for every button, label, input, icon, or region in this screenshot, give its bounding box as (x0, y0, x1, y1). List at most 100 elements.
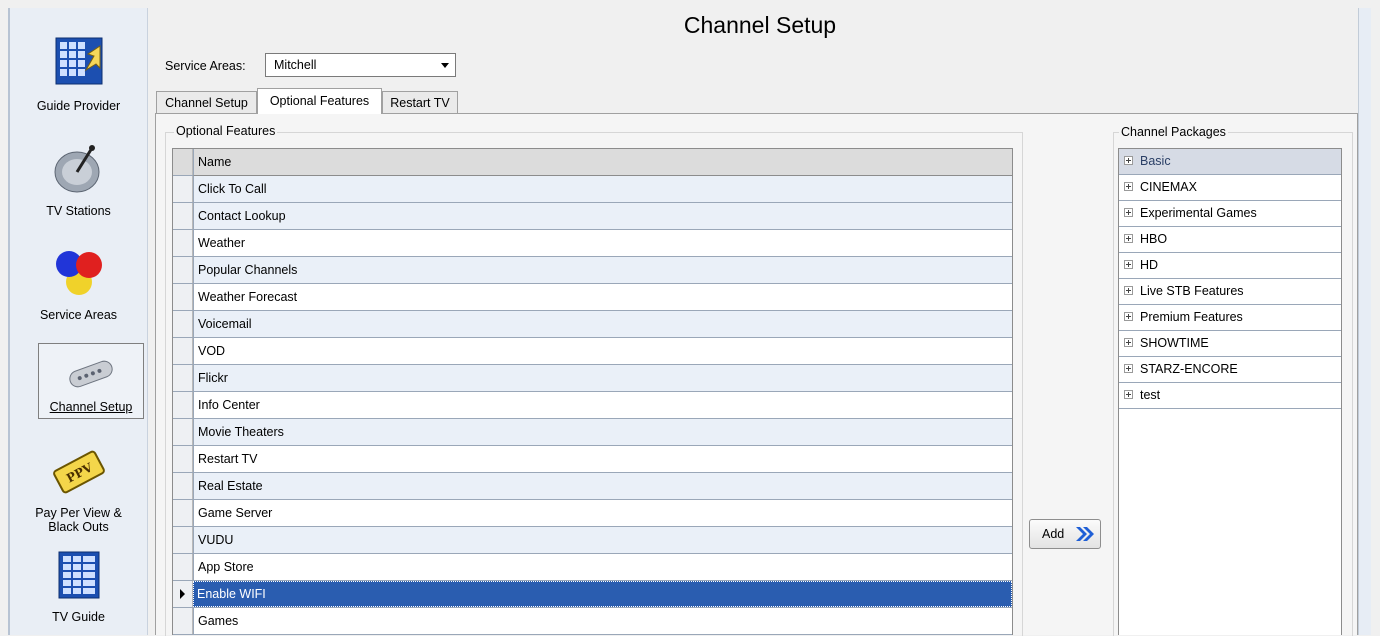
expand-plus-icon[interactable] (1124, 390, 1133, 399)
guide-provider-icon (55, 37, 102, 85)
table-row[interactable]: Game Server (173, 500, 1012, 527)
table-row[interactable]: App Store (173, 554, 1012, 581)
row-selector[interactable] (173, 284, 193, 310)
nav-label: TV Guide (52, 610, 105, 624)
row-selector[interactable] (173, 203, 193, 229)
row-selector[interactable] (173, 365, 193, 391)
row-selector[interactable] (173, 257, 193, 283)
service-areas-dropdown[interactable]: Mitchell (265, 53, 456, 77)
table-row[interactable]: Weather Forecast (173, 284, 1012, 311)
tree-item[interactable]: STARZ-ENCORE (1119, 357, 1341, 383)
add-button[interactable]: Add (1029, 519, 1101, 549)
expand-plus-icon[interactable] (1124, 208, 1133, 217)
table-cell[interactable]: Games (193, 608, 1012, 634)
nav-service-areas[interactable]: Service Areas (10, 244, 147, 322)
window-title: Channel Setup (683, 12, 837, 38)
table-cell[interactable]: VOD (193, 338, 1012, 364)
expand-plus-icon[interactable] (1124, 182, 1133, 191)
tree-item[interactable]: CINEMAX (1119, 175, 1341, 201)
table-cell[interactable]: Click To Call (193, 176, 1012, 202)
table-row[interactable]: Contact Lookup (173, 203, 1012, 230)
tree-item-label: Experimental Games (1140, 206, 1257, 220)
table-cell[interactable]: Popular Channels (193, 257, 1012, 283)
table-row[interactable]: Popular Channels (173, 257, 1012, 284)
tree-item[interactable]: Live STB Features (1119, 279, 1341, 305)
table-cell[interactable]: Restart TV (193, 446, 1012, 472)
expand-plus-icon[interactable] (1124, 286, 1133, 295)
row-selector[interactable] (173, 473, 193, 499)
row-pointer-icon (180, 589, 185, 599)
tree-item[interactable]: Basic (1119, 149, 1341, 175)
row-selector[interactable] (173, 230, 193, 256)
table-row[interactable]: Restart TV (173, 446, 1012, 473)
tab-optional-features[interactable]: Optional Features (257, 88, 382, 114)
row-selector[interactable] (173, 527, 193, 553)
window-edge (1358, 8, 1371, 635)
tree-item[interactable]: HBO (1119, 227, 1341, 253)
table-row[interactable]: Flickr (173, 365, 1012, 392)
table-row[interactable]: Voicemail (173, 311, 1012, 338)
remote-control-icon (69, 360, 113, 388)
tree-item[interactable]: HD (1119, 253, 1341, 279)
optional-features-grid[interactable]: Name Click To Call Contact Lookup Weathe… (172, 148, 1013, 635)
nav-guide-provider[interactable]: Guide Provider (10, 34, 147, 122)
table-row[interactable]: Real Estate (173, 473, 1012, 500)
tree-item[interactable]: SHOWTIME (1119, 331, 1341, 357)
expand-plus-icon[interactable] (1124, 260, 1133, 269)
expand-plus-icon[interactable] (1124, 156, 1133, 165)
table-cell[interactable]: App Store (193, 554, 1012, 580)
tree-item[interactable]: test (1119, 383, 1341, 409)
nav-tv-stations[interactable]: TV Stations (10, 140, 147, 220)
row-selector[interactable] (173, 446, 193, 472)
tree-item-label: HD (1140, 258, 1159, 272)
row-selector[interactable] (173, 608, 193, 634)
table-row[interactable]: VUDU (173, 527, 1012, 554)
table-row-selected[interactable]: Enable WIFI (173, 581, 1012, 608)
table-cell[interactable]: Voicemail (193, 311, 1012, 337)
tree-item[interactable]: Experimental Games (1119, 201, 1341, 227)
table-cell[interactable]: Contact Lookup (193, 203, 1012, 229)
expand-plus-icon[interactable] (1124, 234, 1133, 243)
tree-item[interactable]: Premium Features (1119, 305, 1341, 331)
table-row[interactable]: Movie Theaters (173, 419, 1012, 446)
table-cell[interactable]: VUDU (193, 527, 1012, 553)
nav-label: Service Areas (39, 308, 118, 322)
nav-channel-setup[interactable]: Channel Setup (38, 343, 144, 419)
service-areas-label: Service Areas: (165, 59, 246, 73)
column-header-name[interactable]: Name (193, 149, 1012, 176)
left-navigation: Guide Provider TV Stations Service Areas… (8, 8, 148, 635)
table-cell[interactable]: Info Center (193, 392, 1012, 418)
expand-plus-icon[interactable] (1124, 312, 1133, 321)
expand-plus-icon[interactable] (1124, 338, 1133, 347)
table-cell[interactable]: Movie Theaters (193, 419, 1012, 445)
table-row[interactable]: VOD (173, 338, 1012, 365)
row-selector[interactable] (173, 500, 193, 526)
tree-item-label: Live STB Features (1140, 284, 1244, 298)
tree-item-label: STARZ-ENCORE (1140, 362, 1238, 376)
row-selector[interactable] (173, 554, 193, 580)
row-selector[interactable] (173, 419, 193, 445)
table-cell[interactable]: Game Server (193, 500, 1012, 526)
row-selector[interactable] (173, 581, 193, 607)
expand-plus-icon[interactable] (1124, 364, 1133, 373)
tree-item-label: test (1140, 388, 1161, 402)
table-cell[interactable]: Real Estate (193, 473, 1012, 499)
tab-channel-setup[interactable]: Channel Setup (156, 91, 257, 113)
table-cell[interactable]: Flickr (193, 365, 1012, 391)
table-row[interactable]: Info Center (173, 392, 1012, 419)
nav-pay-per-view[interactable]: PPV Pay Per View & Black Outs (10, 444, 147, 544)
row-selector[interactable] (173, 176, 193, 202)
nav-tv-guide[interactable]: TV Guide (10, 550, 147, 635)
channel-packages-tree[interactable]: Basic CINEMAX Experimental Games HBO HD … (1118, 148, 1342, 635)
table-row[interactable]: Click To Call (173, 176, 1012, 203)
tree-item-label: SHOWTIME (1140, 336, 1209, 350)
table-cell[interactable]: Weather (193, 230, 1012, 256)
row-selector[interactable] (173, 338, 193, 364)
table-cell[interactable]: Enable WIFI (193, 581, 1012, 607)
tab-restart-tv[interactable]: Restart TV (382, 91, 458, 113)
table-cell[interactable]: Weather Forecast (193, 284, 1012, 310)
table-row[interactable]: Weather (173, 230, 1012, 257)
table-row[interactable]: Games (173, 608, 1012, 635)
row-selector[interactable] (173, 392, 193, 418)
row-selector[interactable] (173, 311, 193, 337)
